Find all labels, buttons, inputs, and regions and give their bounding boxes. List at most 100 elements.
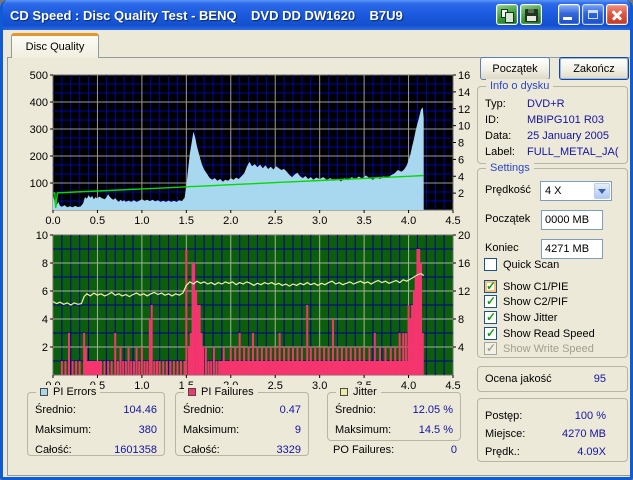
checkbox-icon: [484, 279, 497, 293]
pif-bars: [176, 361, 179, 375]
pif-bars: [420, 263, 422, 375]
end-position-label: Koniec: [485, 242, 519, 254]
pif-bars: [247, 347, 250, 375]
quality-score-row: Ocena jakość 95: [478, 367, 627, 391]
stat-row: Średnio: 12.05 %: [335, 404, 453, 416]
settings-title: Settings: [486, 161, 534, 175]
pif-bars: [336, 347, 339, 375]
close-icon: [617, 15, 618, 16]
pif-bars: [238, 333, 241, 375]
checkbox-icon: [484, 310, 497, 324]
pif-bars: [332, 319, 334, 375]
pif-bars: [229, 347, 232, 375]
pif-bars: [153, 361, 156, 375]
pi-failures-jitter-chart: 246810481216200.00.51.01.52.02.53.03.54.…: [36, 230, 471, 392]
pif-bars: [398, 333, 401, 375]
pif-bars: [84, 347, 87, 375]
minimize-button[interactable]: [558, 4, 580, 25]
stat-row: Średnio: 104.46: [35, 404, 157, 416]
checkbox-icon: [484, 341, 497, 355]
svg-text:10: 10: [458, 121, 470, 133]
pif-bars: [309, 347, 312, 375]
svg-text:10: 10: [36, 230, 48, 242]
pif-bars: [71, 361, 74, 375]
settings-box: Settings Prędkość 4 X Początek Koniec Qu…: [477, 161, 628, 358]
checkbox-show-c2-pif[interactable]: Show C2/PIF: [484, 294, 568, 309]
chevron-down-icon[interactable]: [594, 183, 610, 199]
svg-text:4.5: 4.5: [445, 380, 460, 390]
speed-select[interactable]: 4 X: [540, 181, 612, 201]
checkbox-show-c1-pie[interactable]: Show C1/PIE: [484, 279, 568, 294]
stat-row: Całość: 3329: [183, 444, 301, 456]
pif-bars: [404, 333, 407, 375]
pif-bars: [92, 361, 94, 375]
pif-bars: [86, 361, 89, 375]
svg-text:4: 4: [42, 314, 48, 326]
checkbox-quick-scan[interactable]: Quick Scan: [484, 257, 559, 272]
pif-bars: [183, 361, 186, 375]
stop-button[interactable]: Zakończ: [559, 57, 629, 80]
pif-bars: [252, 333, 254, 375]
pif-bars: [306, 305, 309, 375]
pif-bars: [172, 361, 175, 375]
close-button[interactable]: [606, 4, 628, 25]
svg-text:8: 8: [458, 314, 464, 326]
svg-text:3.0: 3.0: [312, 215, 327, 224]
pif-bars: [421, 333, 424, 375]
checkbox-show-jitter[interactable]: Show Jitter: [484, 310, 557, 325]
pif-bars: [156, 361, 158, 375]
pif-bars: [207, 361, 210, 375]
pi-failures-title: PI Failures: [201, 386, 254, 398]
pif-bars: [287, 347, 290, 375]
svg-text:4.5: 4.5: [445, 215, 460, 224]
pif-bars: [169, 361, 172, 375]
minimize-icon: [563, 17, 572, 20]
maximize-button[interactable]: [582, 4, 604, 25]
pif-bars: [60, 361, 63, 375]
pif-bars: [358, 347, 361, 375]
pif-bars: [340, 347, 343, 375]
pif-bars: [200, 333, 203, 375]
pif-bars: [226, 361, 229, 375]
pi-errors-stats-box: PI Errors Średnio: 104.46 Maksimum: 380 Ca…: [27, 385, 165, 456]
progress-row: Miejsce: 4270 MB: [485, 428, 606, 440]
pif-bars: [146, 361, 149, 375]
pif-bars: [103, 361, 106, 375]
svg-text:2.5: 2.5: [268, 215, 283, 224]
pif-bars: [204, 347, 207, 375]
stat-row: Średnio: 0.47: [183, 404, 301, 416]
pif-bars: [198, 305, 201, 375]
pif-bars: [64, 361, 67, 375]
pif-bars: [196, 305, 199, 375]
copy-button[interactable]: [496, 4, 518, 25]
pif-bars: [132, 361, 135, 375]
tab-disc-quality[interactable]: Disc Quality: [11, 33, 99, 58]
speed-select-value: 4 X: [545, 185, 562, 197]
checkbox-show-read-speed[interactable]: Show Read Speed: [484, 326, 595, 341]
pif-bars: [389, 347, 392, 375]
pif-bars: [416, 249, 419, 375]
svg-text:20: 20: [458, 230, 470, 242]
svg-text:1.0: 1.0: [134, 380, 149, 390]
quality-score-label: Ocena jakość: [485, 373, 552, 385]
end-position-input[interactable]: [541, 239, 603, 259]
svg-text:2.5: 2.5: [268, 380, 283, 390]
start-position-input[interactable]: [541, 210, 603, 230]
start-button[interactable]: Początek: [480, 57, 550, 80]
pif-bars: [210, 361, 213, 375]
pif-bars: [414, 277, 417, 375]
pif-bars: [95, 361, 98, 375]
progress-box: Postęp: 100 % Miejsce: 4270 MB Prędk.: 4.09…: [477, 398, 628, 462]
svg-text:200: 200: [30, 151, 48, 163]
disc-info-title: Info o dysku: [486, 79, 554, 93]
stat-row: Maksimum: 9: [183, 424, 301, 436]
pif-bars: [407, 305, 410, 375]
svg-text:16: 16: [458, 258, 470, 270]
pif-bars: [292, 347, 294, 375]
pif-bars: [90, 361, 93, 375]
pif-bars: [265, 347, 268, 375]
save-button[interactable]: [520, 4, 542, 25]
stat-row: Maksimum: 380: [35, 424, 157, 436]
pif-bars: [278, 333, 281, 375]
checkbox-icon: [484, 326, 497, 340]
